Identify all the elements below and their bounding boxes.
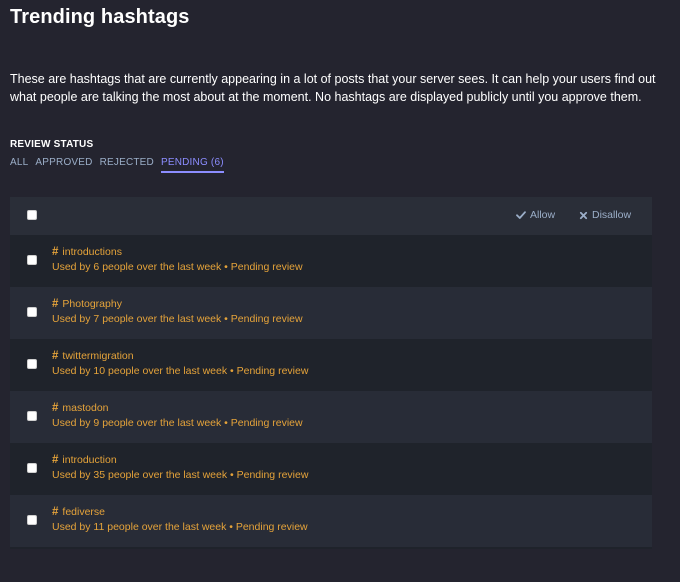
hashtag-link[interactable]: # introductions (52, 246, 122, 258)
hashtag-link[interactable]: # Photography (52, 298, 122, 310)
row-checkbox[interactable] (27, 463, 37, 473)
filter-tab-pending[interactable]: PENDING (6) (160, 157, 224, 173)
row-checkbox[interactable] (27, 411, 37, 421)
hashtag-link[interactable]: # mastodon (52, 402, 109, 414)
row-checkbox[interactable] (27, 515, 37, 525)
times-icon (579, 211, 588, 220)
hash-icon: # (52, 298, 59, 310)
hashtag-name: mastodon (62, 402, 109, 414)
row-checkbox[interactable] (27, 307, 37, 317)
hashtag-usage: Used by 10 people over the last week • P… (52, 365, 309, 377)
allow-button[interactable]: Allow (516, 209, 555, 221)
review-status-label: REVIEW STATUS (10, 139, 94, 150)
hashtag-name: fediverse (62, 506, 106, 518)
hashtag-usage: Used by 6 people over the last week • Pe… (52, 261, 303, 273)
filter-tab-rejected[interactable]: REJECTED (100, 157, 154, 173)
filter-tab-approved[interactable]: APPROVED (35, 157, 92, 173)
allow-label: Allow (530, 209, 556, 221)
hashtag-usage: Used by 11 people over the last week • P… (52, 521, 308, 533)
hashtag-row: # fediverse Used by 11 people over the l… (10, 495, 652, 547)
hashtag-row: # introductions Used by 6 people over th… (10, 235, 652, 287)
row-checkbox[interactable] (27, 359, 37, 369)
hashtag-usage: Used by 9 people over the last week • Pe… (52, 417, 303, 429)
hash-icon: # (52, 402, 59, 414)
page-title: Trending hashtags (10, 6, 190, 28)
hashtag-name: introductions (62, 246, 122, 258)
check-icon (516, 210, 526, 220)
hashtag-name: introduction (62, 454, 117, 466)
batch-actions-header: Allow Disallow (10, 197, 652, 235)
hashtag-name: twittermigration (62, 350, 134, 362)
hashtags-table: Allow Disallow # introductions Used by 6… (10, 197, 652, 549)
hash-icon: # (52, 506, 59, 518)
hashtag-row: # twittermigration Used by 10 people ove… (10, 339, 652, 391)
hash-icon: # (52, 454, 59, 466)
hash-icon: # (52, 350, 59, 362)
hashtag-link[interactable]: # fediverse (52, 506, 105, 518)
row-checkbox[interactable] (27, 255, 37, 265)
page-description: These are hashtags that are currently ap… (10, 72, 656, 104)
hash-icon: # (52, 246, 59, 258)
admin-page: Trending hashtags These are hashtags tha… (0, 0, 680, 582)
hashtag-row: # mastodon Used by 9 people over the las… (10, 391, 652, 443)
hashtag-usage: Used by 7 people over the last week • Pe… (52, 313, 303, 325)
select-all-checkbox[interactable] (27, 210, 37, 220)
hashtag-name: Photography (62, 298, 122, 310)
hashtag-usage: Used by 35 people over the last week • P… (52, 469, 309, 481)
hashtag-row: # introduction Used by 35 people over th… (10, 443, 652, 495)
disallow-button[interactable]: Disallow (579, 209, 631, 221)
hashtag-link[interactable]: # introduction (52, 454, 117, 466)
hashtag-row: # Photography Used by 7 people over the … (10, 287, 652, 339)
filter-tab-all[interactable]: ALL (10, 157, 28, 173)
disallow-label: Disallow (592, 209, 632, 221)
review-status-filter: ALL APPROVED REJECTED PENDING (6) (10, 157, 224, 173)
hashtag-link[interactable]: # twittermigration (52, 350, 134, 362)
